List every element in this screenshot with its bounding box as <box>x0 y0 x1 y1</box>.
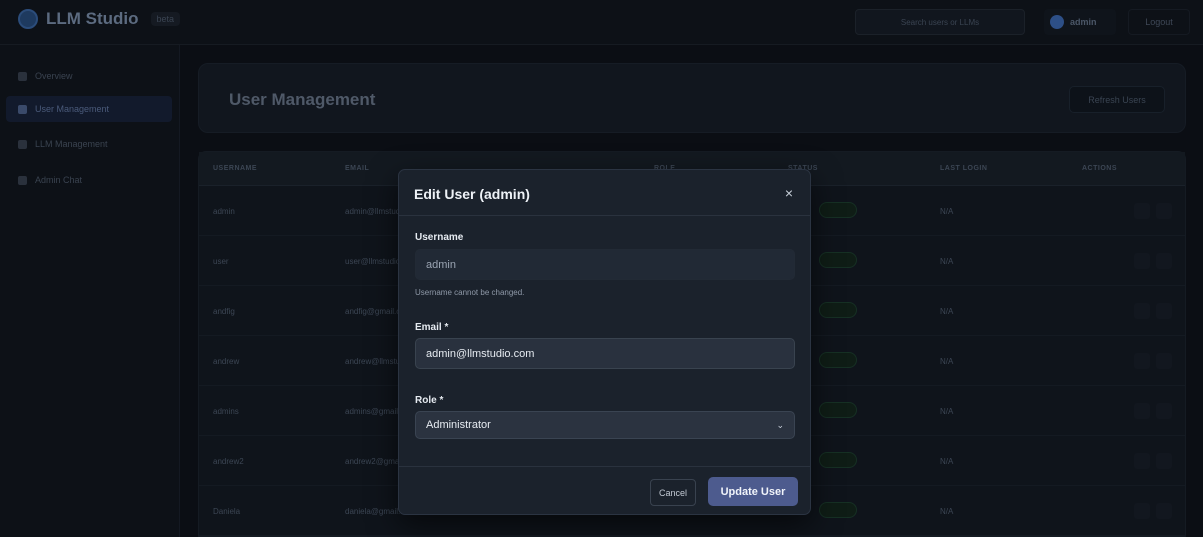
modal-title: Edit User (admin) <box>414 186 530 202</box>
username-hint: Username cannot be changed. <box>415 288 525 297</box>
chevron-down-icon: ⌄ <box>776 419 784 430</box>
role-selected-value: Administrator <box>426 419 491 431</box>
update-user-button[interactable]: Update User <box>708 477 798 506</box>
app-window: LLM Studio beta Search users or LLMs adm… <box>0 0 1203 537</box>
modal-header: Edit User (admin) × <box>399 170 810 216</box>
role-label: Role * <box>415 395 444 406</box>
username-field[interactable] <box>415 249 795 280</box>
close-icon[interactable]: × <box>781 185 797 201</box>
username-label: Username <box>415 232 464 243</box>
email-label: Email * <box>415 322 449 333</box>
edit-user-modal: Edit User (admin) × Username Username ca… <box>398 169 811 515</box>
modal-footer: Cancel Update User <box>399 466 810 514</box>
cancel-button[interactable]: Cancel <box>650 479 696 506</box>
role-select[interactable]: Administrator ⌄ <box>415 411 795 439</box>
email-field[interactable] <box>415 338 795 369</box>
